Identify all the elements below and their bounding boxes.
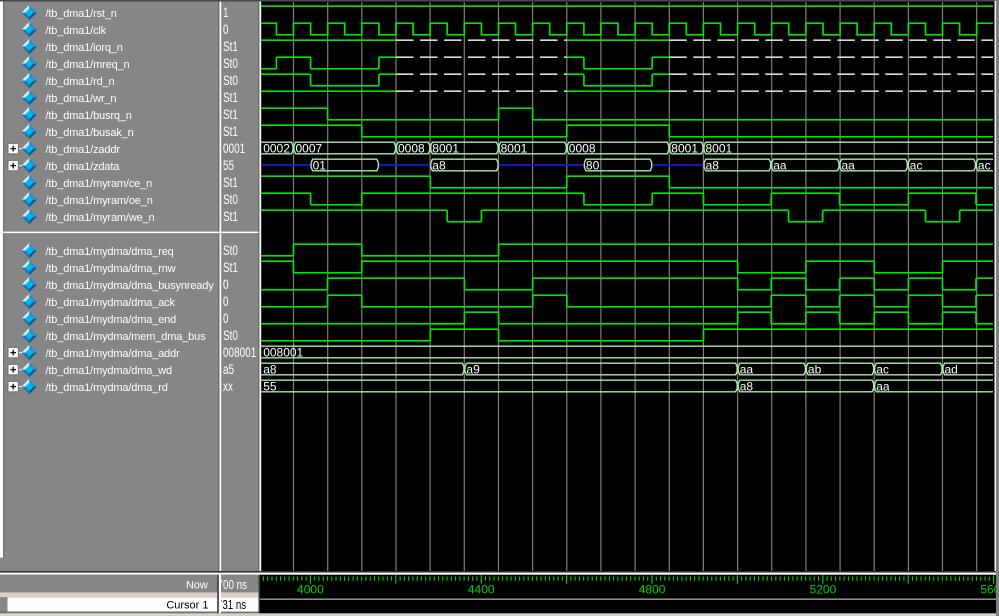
svg-text:0001: 0001 [223, 141, 246, 157]
svg-text:St0: St0 [223, 243, 238, 259]
svg-text:St0: St0 [223, 328, 238, 344]
svg-text:/tb_dma1/mydma/dma_busynready: /tb_dma1/mydma/dma_busynready [46, 280, 215, 292]
svg-text:St1: St1 [223, 107, 238, 123]
svg-text:4800: 4800 [639, 583, 666, 597]
svg-text:008001: 008001 [223, 345, 257, 361]
svg-text:/tb_dma1/wr_n: /tb_dma1/wr_n [46, 93, 117, 105]
svg-text:St1: St1 [223, 209, 238, 225]
svg-text:1: 1 [223, 5, 229, 21]
svg-text:/tb_dma1/mydma/dma_rd: /tb_dma1/mydma/dma_rd [46, 382, 168, 394]
svg-text:4400: 4400 [468, 583, 495, 597]
svg-text:St0: St0 [223, 192, 238, 208]
svg-text:St1: St1 [223, 39, 238, 55]
svg-text:St0: St0 [223, 73, 238, 89]
svg-text:/tb_dma1/mydma/dma_end: /tb_dma1/mydma/dma_end [46, 314, 177, 326]
svg-text:St1: St1 [223, 90, 238, 106]
svg-text:St1: St1 [223, 175, 238, 191]
svg-text:/tb_dma1/busak_n: /tb_dma1/busak_n [46, 127, 134, 139]
svg-text:a5: a5 [223, 362, 234, 378]
svg-text:/tb_dma1/myram/oe_n: /tb_dma1/myram/oe_n [46, 195, 153, 207]
svg-text:xx: xx [223, 379, 233, 395]
svg-text:0: 0 [223, 311, 229, 327]
svg-text:/tb_dma1/busrq_n: /tb_dma1/busrq_n [46, 110, 132, 122]
svg-text:Now: Now [186, 580, 208, 592]
svg-text:/tb_dma1/mydma/dma_wd: /tb_dma1/mydma/dma_wd [46, 365, 172, 377]
svg-text:5600: 5600 [980, 583, 999, 597]
svg-text:St1: St1 [223, 124, 238, 140]
svg-text:/tb_dma1/myram/ce_n: /tb_dma1/myram/ce_n [46, 178, 153, 190]
svg-text:/tb_dma1/mydma/dma_req: /tb_dma1/mydma/dma_req [46, 246, 174, 258]
svg-text:5200: 5200 [810, 583, 837, 597]
svg-text:/tb_dma1/mydma/mem_dma_bus: /tb_dma1/mydma/mem_dma_bus [46, 331, 207, 343]
svg-text:/tb_dma1/rst_n: /tb_dma1/rst_n [46, 8, 117, 20]
svg-text:/tb_dma1/mreq_n: /tb_dma1/mreq_n [46, 59, 130, 71]
svg-text:/tb_dma1/mydma/dma_ack: /tb_dma1/mydma/dma_ack [46, 297, 176, 309]
svg-text:0: 0 [223, 22, 229, 38]
svg-text:55: 55 [223, 158, 234, 174]
svg-text:/tb_dma1/iorq_n: /tb_dma1/iorq_n [46, 42, 123, 54]
svg-text:/tb_dma1/rd_n: /tb_dma1/rd_n [46, 76, 115, 88]
svg-text:/tb_dma1/mydma/dma_rnw: /tb_dma1/mydma/dma_rnw [46, 263, 176, 275]
svg-text:St1: St1 [223, 260, 238, 276]
svg-text:/tb_dma1/clk: /tb_dma1/clk [46, 25, 107, 37]
svg-text:/tb_dma1/mydma/dma_addr: /tb_dma1/mydma/dma_addr [46, 348, 181, 360]
svg-text:Cursor 1: Cursor 1 [166, 600, 208, 612]
svg-text:St0: St0 [223, 56, 238, 72]
svg-text:/tb_dma1/zaddr: /tb_dma1/zaddr [46, 144, 121, 156]
svg-text:0: 0 [223, 294, 229, 310]
svg-text:4000: 4000 [297, 583, 324, 597]
svg-text:0: 0 [223, 277, 229, 293]
svg-text:/tb_dma1/zdata: /tb_dma1/zdata [46, 161, 121, 173]
svg-text:/tb_dma1/myram/we_n: /tb_dma1/myram/we_n [46, 212, 155, 224]
